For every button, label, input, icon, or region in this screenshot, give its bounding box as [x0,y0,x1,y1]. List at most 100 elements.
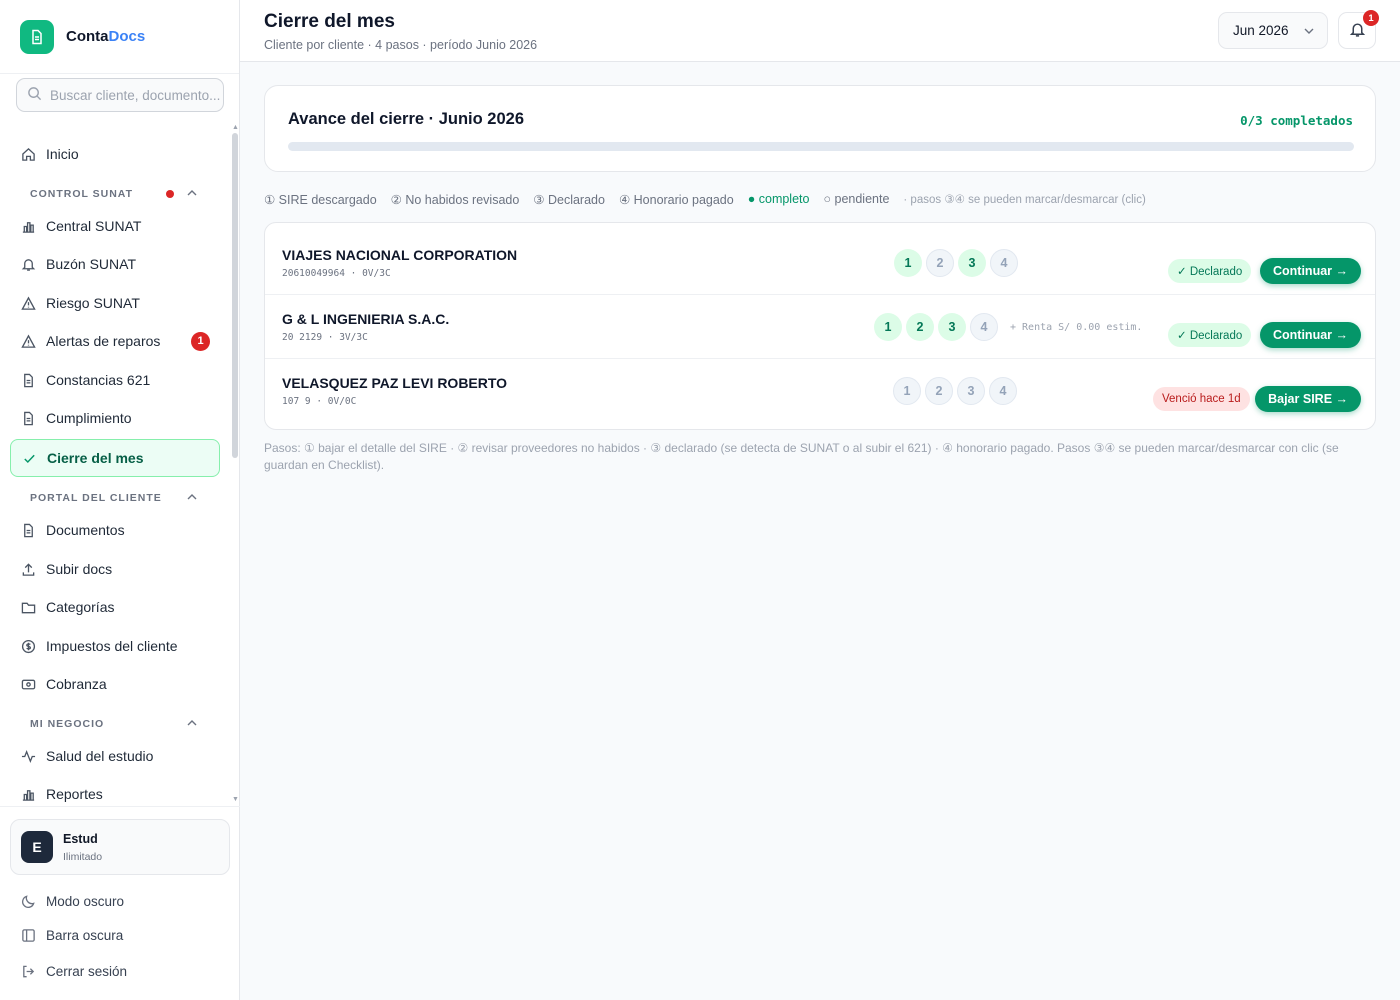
bell-icon [1349,21,1366,41]
sidebar-item-label: Cierre del mes [47,450,144,466]
steps-legend: ① SIRE descargado ② No habidos revisado … [264,190,1146,208]
home-icon [20,146,36,162]
search-icon [27,86,42,104]
brand[interactable]: ContaDocs [0,0,239,74]
sidebar-item-buzon-sunat[interactable]: Buzón SUNAT [10,245,220,283]
sidebar-item-inicio[interactable]: Inicio [10,135,220,173]
document-icon [20,19,54,54]
sidebar-item-documentos[interactable]: Documentos [10,511,220,549]
sidebar-panel-icon [20,927,36,943]
step-4[interactable]: 4 [990,249,1018,277]
sidebar-item-subir-docs[interactable]: Subir docs [10,550,220,588]
period-value: Jun 2026 [1233,23,1289,38]
sidebar-item-reportes[interactable]: Reportes [10,775,220,805]
legend-completo: ● completo [747,192,810,206]
sidebar-item-label: Cumplimiento [46,410,132,426]
scroll-up-arrow[interactable]: ▲ [232,124,239,131]
page-header: Cierre del mes Cliente por cliente · 4 p… [240,0,1400,62]
section-control-sunat[interactable]: CONTROL SUNAT [30,186,210,202]
notifications-button[interactable]: 1 [1338,10,1379,49]
period-select[interactable]: Jun 2026 [1218,12,1328,49]
dark-mode-toggle[interactable]: Modo oscuro [20,891,124,911]
step-3[interactable]: 3 [958,249,986,277]
legend-hint: · pasos ③④ se pueden marcar/desmarcar (c… [903,194,1146,206]
sidebar-item-alertas-reparos[interactable]: Alertas de reparos 1 [10,322,220,360]
search-box[interactable] [16,78,224,112]
search-input[interactable] [50,87,220,103]
renta-estimate: + Renta S/ 0.00 estim. [1010,322,1143,333]
step-4[interactable]: 4 [970,313,998,341]
step-4[interactable]: 4 [989,377,1017,405]
continue-button[interactable]: Continuar → [1260,322,1361,348]
check-icon [21,450,37,466]
activity-icon [20,748,36,764]
dark-sidebar-toggle[interactable]: Barra oscura [20,925,123,945]
account-plan: Ilimitado [63,850,103,863]
continue-button[interactable]: Continuar → [1260,258,1361,284]
bar-chart-icon [20,218,36,234]
client-name: VELASQUEZ PAZ LEVI ROBERTO [282,375,508,391]
step-1: 1 [893,377,921,405]
progress-bar [288,142,1354,151]
sidebar-item-cierre-mes[interactable]: Cierre del mes [10,439,220,477]
step-indicators: 1 2 3 4 [874,313,1002,341]
sidebar-item-riesgo-sunat[interactable]: Riesgo SUNAT [10,284,220,322]
clients-list: VIAJES NACIONAL CORPORATION 20610049964 … [264,222,1376,430]
legend-pendiente: ○ pendiente [823,192,890,206]
scroll-down-arrow[interactable]: ▼ [232,796,239,803]
status-badge: ✓ Declarado [1168,259,1252,283]
sidebar-item-constancias[interactable]: Constancias 621 [10,361,220,399]
sidebar-item-label: Cobranza [46,676,107,692]
download-sire-button[interactable]: Bajar SIRE → [1255,386,1361,412]
sidebar-scrollbar[interactable]: ▲ ▼ [231,124,239,805]
account-card[interactable]: E Estud Ilimitado [10,819,230,875]
bell-icon [20,256,36,272]
file-icon [20,522,36,538]
step-3[interactable]: 3 [938,313,966,341]
sidebar-item-label: Alertas de reparos [46,333,161,349]
section-label: PORTAL DEL CLIENTE [30,492,162,504]
section-mi-negocio[interactable]: MI NEGOCIO [30,716,210,732]
sidebar-item-label: Constancias 621 [46,372,151,388]
dollar-circle-icon [20,638,36,654]
page-subtitle: Cliente por cliente · 4 pasos · período … [264,38,538,52]
sidebar-item-central-sunat[interactable]: Central SUNAT [10,207,220,245]
sidebar-item-label: Salud del estudio [46,748,154,764]
sidebar-item-categorias[interactable]: Categorías [10,588,220,626]
step-1: 1 [874,313,902,341]
step-2: 2 [906,313,934,341]
client-meta: 20 2129 · 3V/3C [282,332,368,343]
sidebar-item-impuestos[interactable]: Impuestos del cliente [10,627,220,665]
sidebar-item-label: Documentos [46,522,125,538]
moon-icon [20,893,36,909]
step-3[interactable]: 3 [957,377,985,405]
step-indicators: 1 2 3 4 [893,377,1021,405]
section-label: MI NEGOCIO [30,718,105,730]
steps-footnote: Pasos: ① bajar el detalle del SIRE · ② r… [264,441,1339,472]
footer-item-label: Cerrar sesión [46,963,128,979]
client-meta: 107 9 · 0V/0C [282,396,357,407]
status-badge: Venció hace 1d [1153,387,1250,411]
scrollbar-thumb[interactable] [232,133,238,458]
account-info: Estud Ilimitado [63,832,102,863]
step-1: 1 [894,249,922,277]
warning-icon [20,295,36,311]
sidebar-item-cobranza[interactable]: Cobranza [10,665,220,703]
sidebar-item-label: Impuestos del cliente [46,638,178,654]
sidebar-item-label: Categorías [46,599,115,615]
legend-step-2: ② No habidos revisado [390,192,520,207]
step-2: 2 [926,249,954,277]
legend-step-4: ④ Honorario pagado [618,192,734,207]
logout-button[interactable]: Cerrar sesión [20,961,127,981]
progress-title: Avance del cierre · Junio 2026 [288,110,525,128]
sidebar-item-cumplimiento[interactable]: Cumplimiento [10,399,220,437]
legend-step-1: ① SIRE descargado [264,192,377,207]
client-meta: 20610049964 · 0V/3C [282,268,391,279]
section-portal-cliente[interactable]: PORTAL DEL CLIENTE [30,490,210,506]
sidebar-item-label: Riesgo SUNAT [46,295,140,311]
sidebar-item-label: Reportes [46,786,103,802]
notifications-badge: 1 [1363,10,1379,26]
sidebar-item-salud[interactable]: Salud del estudio [10,737,220,775]
sidebar-nav: Inicio CONTROL SUNAT Central SUNAT Buzón… [0,125,232,805]
wallet-icon [20,676,36,692]
